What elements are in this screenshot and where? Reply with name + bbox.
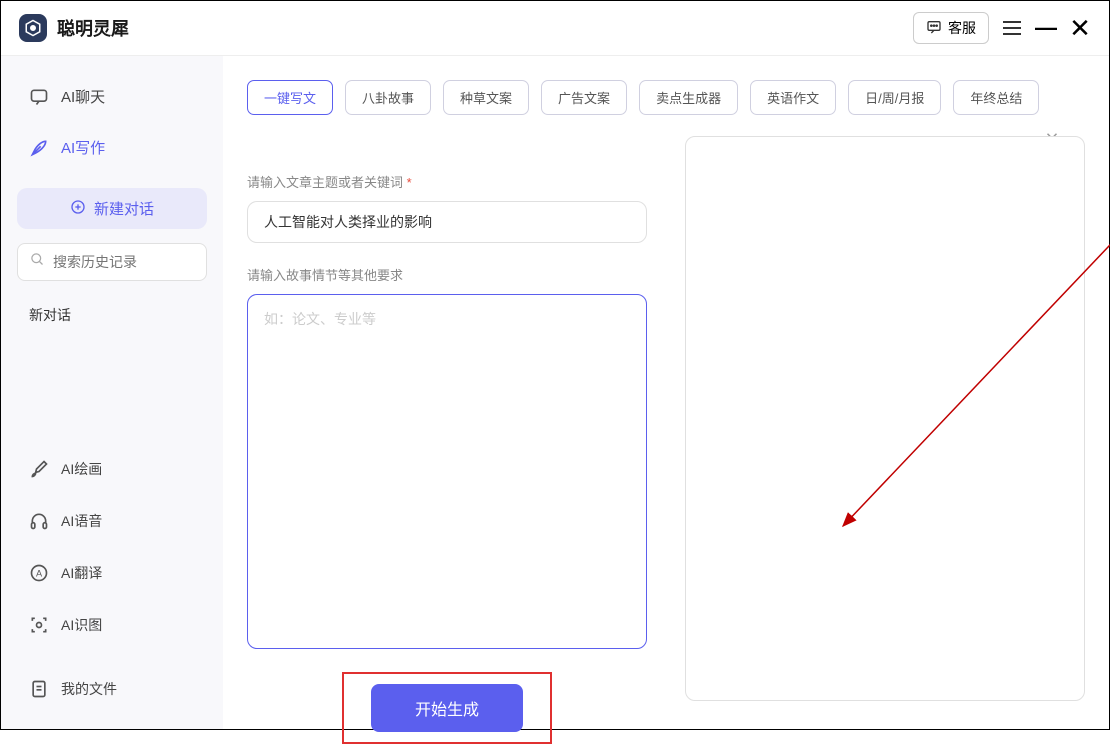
sidebar-item-chat[interactable]: AI聊天	[13, 74, 211, 119]
tab-seed[interactable]: 种草文案	[443, 80, 529, 115]
topic-label: 请输入文章主题或者关键词 *	[247, 172, 647, 191]
svg-text:A: A	[36, 568, 43, 578]
history-item[interactable]: 新对话	[13, 295, 211, 335]
sidebar-item-label: AI识图	[61, 615, 102, 635]
image-scan-icon	[29, 615, 49, 635]
support-button[interactable]: 客服	[913, 12, 989, 44]
minimize-button[interactable]: —	[1035, 17, 1057, 39]
feather-icon	[29, 138, 49, 158]
sidebar-item-label: AI绘画	[61, 459, 102, 479]
close-button[interactable]: ✕	[1069, 17, 1091, 39]
brush-icon	[29, 459, 49, 479]
search-box[interactable]	[17, 243, 207, 281]
sidebar-item-files[interactable]: 我的文件	[13, 667, 211, 711]
search-input[interactable]	[53, 254, 234, 270]
topic-input[interactable]	[247, 201, 647, 243]
sidebar-item-write[interactable]: AI写作	[13, 125, 211, 170]
sidebar-item-paint[interactable]: AI绘画	[13, 447, 211, 491]
menu-button[interactable]	[1001, 17, 1023, 39]
tab-report[interactable]: 日/周/月报	[848, 80, 941, 115]
tab-ad[interactable]: 广告文案	[541, 80, 627, 115]
file-icon	[29, 679, 49, 699]
headphones-icon	[29, 511, 49, 531]
tab-english[interactable]: 英语作文	[750, 80, 836, 115]
sidebar-item-voice[interactable]: AI语音	[13, 499, 211, 543]
new-chat-button[interactable]: 新建对话	[17, 188, 207, 229]
sidebar-item-translate[interactable]: A AI翻译	[13, 551, 211, 595]
sidebar-item-label: AI语音	[61, 511, 102, 531]
chat-icon	[29, 87, 49, 107]
tab-gossip[interactable]: 八卦故事	[345, 80, 431, 115]
app-logo	[19, 14, 47, 42]
translate-icon: A	[29, 563, 49, 583]
support-label: 客服	[948, 18, 976, 38]
details-textarea[interactable]	[247, 294, 647, 649]
tab-oneclick[interactable]: 一键写文	[247, 80, 333, 115]
new-chat-label: 新建对话	[94, 198, 154, 219]
sidebar-item-label: 我的文件	[61, 679, 117, 699]
chat-bubble-icon	[926, 19, 942, 38]
generate-button[interactable]: 开始生成	[371, 684, 523, 732]
preview-panel	[685, 136, 1085, 701]
sidebar-item-ocr[interactable]: AI识图	[13, 603, 211, 647]
generate-highlight-box: 开始生成	[342, 672, 552, 744]
sidebar-item-label: AI聊天	[61, 86, 105, 107]
menu-icon	[1003, 21, 1021, 35]
tab-yearend[interactable]: 年终总结	[953, 80, 1039, 115]
app-title: 聪明灵犀	[57, 15, 129, 41]
search-icon	[30, 252, 45, 272]
plus-circle-icon	[70, 199, 86, 219]
tab-selling[interactable]: 卖点生成器	[639, 80, 738, 115]
details-label: 请输入故事情节等其他要求	[247, 265, 647, 284]
sidebar-item-label: AI翻译	[61, 563, 102, 583]
sidebar-item-label: AI写作	[61, 137, 105, 158]
